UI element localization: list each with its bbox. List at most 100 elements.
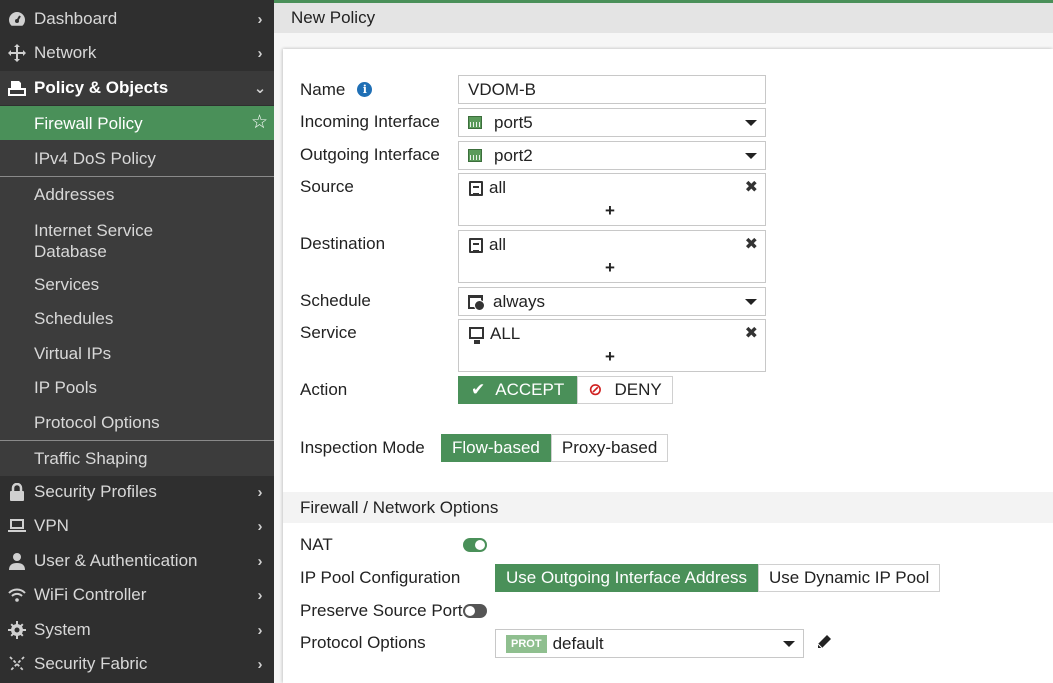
- source-value: all: [489, 178, 507, 197]
- add-icon[interactable]: +: [605, 347, 615, 367]
- policy-icon: [0, 80, 34, 96]
- prot-badge: PROT: [506, 634, 547, 653]
- sidebar-subitem-protocol-options[interactable]: Protocol Options: [0, 405, 274, 439]
- info-icon[interactable]: i: [357, 82, 373, 97]
- outgoing-interface-select[interactable]: port2: [458, 141, 766, 170]
- add-icon[interactable]: +: [605, 258, 615, 278]
- sidebar-item-label: Traffic Shaping: [34, 448, 148, 468]
- chevron-right-icon: ›: [257, 655, 263, 673]
- incoming-interface-value: port5: [494, 112, 533, 132]
- sidebar-item-label: Schedules: [34, 308, 114, 328]
- dropdown-caret-icon: [745, 153, 757, 159]
- service-entry: ALL: [469, 324, 520, 344]
- accept-button[interactable]: ✔ ACCEPT: [458, 376, 578, 404]
- sidebar-item-label: Internet Service Database: [34, 221, 154, 261]
- dropdown-caret-icon: [745, 299, 757, 305]
- destination-field[interactable]: all ✖ +: [458, 230, 766, 283]
- interface-port-icon: [468, 149, 482, 162]
- wifi-icon: [0, 588, 34, 602]
- use-dynamic-ip-pool-button[interactable]: Use Dynamic IP Pool: [757, 564, 941, 592]
- chevron-right-icon: ›: [257, 10, 263, 28]
- sidebar-item-policy-objects[interactable]: Policy & Objects ⌄: [0, 71, 274, 105]
- sidebar-subitem-firewall-policy[interactable]: Firewall Policy ☆: [0, 106, 274, 140]
- interface-port-icon: [468, 116, 482, 129]
- sidebar-item-network[interactable]: Network ›: [0, 36, 274, 70]
- name-value: VDOM-B: [468, 79, 536, 99]
- firewall-network-options-header: Firewall / Network Options: [283, 492, 1053, 523]
- incoming-interface-select[interactable]: port5: [458, 108, 766, 137]
- outgoing-interface-value: port2: [494, 145, 533, 165]
- protocol-options-select[interactable]: PROT default: [495, 629, 804, 658]
- remove-icon[interactable]: ✖: [745, 177, 758, 197]
- name-label-text: Name: [300, 80, 346, 99]
- service-field[interactable]: ALL ✖ +: [458, 319, 766, 372]
- name-label: Name i: [300, 80, 373, 100]
- sidebar-item-label: User & Authentication: [34, 551, 198, 570]
- chevron-right-icon: ›: [257, 44, 263, 62]
- chevron-right-icon: ›: [257, 517, 263, 535]
- name-input[interactable]: VDOM-B: [458, 75, 766, 104]
- remove-icon[interactable]: ✖: [745, 323, 758, 343]
- nat-toggle[interactable]: [463, 538, 487, 552]
- service-label: Service: [300, 323, 357, 342]
- toggle-knob: [465, 606, 475, 616]
- gear-icon: [0, 621, 34, 639]
- sidebar-subitem-services[interactable]: Services: [0, 267, 274, 301]
- sidebar-item-system[interactable]: System ›: [0, 613, 274, 647]
- laptop-icon: [0, 519, 34, 533]
- chevron-right-icon: ›: [257, 552, 263, 570]
- ip-pool-group: Use Outgoing Interface Address Use Dynam…: [495, 564, 941, 592]
- address-icon: [469, 237, 483, 253]
- sidebar-subitem-schedules[interactable]: Schedules: [0, 301, 274, 335]
- dropdown-caret-icon: [783, 641, 795, 647]
- page-title-text: New Policy: [291, 8, 376, 27]
- source-field[interactable]: all ✖ +: [458, 173, 766, 226]
- use-outgoing-interface-button[interactable]: Use Outgoing Interface Address: [495, 564, 758, 592]
- user-icon: [0, 552, 34, 570]
- sidebar-item-label: Firewall Policy: [34, 113, 143, 133]
- sidebar-subitem-ipv4-dos-policy[interactable]: IPv4 DoS Policy: [0, 141, 274, 175]
- sidebar-item-vpn[interactable]: VPN ›: [0, 509, 274, 543]
- star-icon[interactable]: ☆: [251, 112, 268, 133]
- sidebar-item-label: IPv4 DoS Policy: [34, 148, 156, 168]
- sidebar-subitem-traffic-shaping[interactable]: Traffic Shaping: [0, 441, 274, 475]
- network-move-icon: [0, 44, 34, 62]
- sidebar-item-label: Security Profiles: [34, 482, 157, 501]
- chevron-right-icon: ›: [257, 621, 263, 639]
- sidebar-item-user-authentication[interactable]: User & Authentication ›: [0, 544, 274, 578]
- flow-based-button[interactable]: Flow-based: [441, 434, 551, 462]
- ip-pool-label: IP Pool Configuration: [300, 568, 461, 587]
- deny-button[interactable]: ⊘ DENY: [577, 376, 673, 404]
- lock-icon: [0, 483, 34, 501]
- sidebar-item-label: VPN: [34, 516, 69, 535]
- edit-pencil-icon[interactable]: [816, 634, 832, 655]
- destination-label: Destination: [300, 234, 386, 253]
- nat-label: NAT: [300, 535, 333, 554]
- sidebar-item-label: Addresses: [34, 184, 115, 204]
- add-icon[interactable]: +: [605, 201, 615, 221]
- fabric-icon: [0, 655, 34, 673]
- sidebar-subitem-ip-pools[interactable]: IP Pools: [0, 370, 274, 404]
- sidebar-item-label: Services: [34, 274, 100, 294]
- sidebar-subitem-virtual-ips[interactable]: Virtual IPs: [0, 336, 274, 370]
- sidebar-item-label: IP Pools: [34, 377, 98, 397]
- schedule-value: always: [493, 291, 545, 311]
- deny-label: DENY: [614, 380, 662, 399]
- page-title: New Policy: [274, 3, 1053, 33]
- preserve-source-port-toggle[interactable]: [463, 604, 487, 618]
- source-label: Source: [300, 177, 354, 196]
- sidebar-item-security-profiles[interactable]: Security Profiles ›: [0, 475, 274, 509]
- sidebar-item-dashboard[interactable]: Dashboard ›: [0, 2, 274, 36]
- sidebar-subitem-addresses[interactable]: Addresses: [0, 177, 274, 211]
- sidebar: Dashboard › Network › Policy & Objects ⌄…: [0, 0, 274, 683]
- sidebar-item-wifi-controller[interactable]: WiFi Controller ›: [0, 578, 274, 612]
- remove-icon[interactable]: ✖: [745, 234, 758, 254]
- sidebar-item-label: System: [34, 620, 91, 639]
- sidebar-subitem-internet-service-database[interactable]: Internet Service Database: [0, 216, 200, 266]
- proxy-based-button[interactable]: Proxy-based: [550, 434, 669, 462]
- sidebar-item-security-fabric[interactable]: Security Fabric ›: [0, 647, 274, 681]
- sidebar-item-label: Dashboard: [34, 9, 118, 28]
- sidebar-item-label: Protocol Options: [34, 412, 160, 432]
- protocol-options-value: default: [552, 633, 604, 653]
- schedule-select[interactable]: always: [458, 287, 766, 316]
